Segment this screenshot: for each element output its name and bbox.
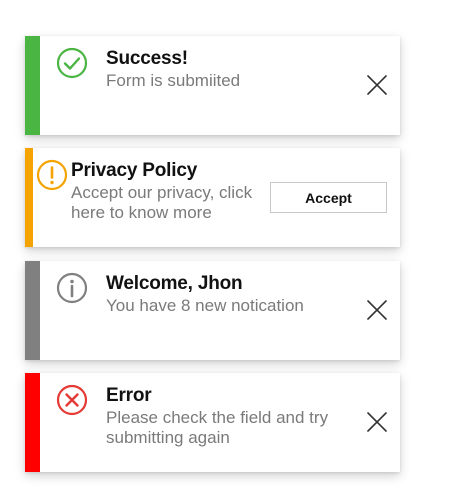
toast-success: Success! Form is submiited	[25, 36, 400, 135]
toast-accent-bar	[25, 36, 40, 135]
toast-accent-bar	[25, 148, 33, 247]
toast-privacy-policy: Privacy Policy Accept our privacy, click…	[25, 148, 400, 247]
toast-message: Form is submiited	[106, 71, 241, 90]
toast-message: Accept our privacy, click here to know m…	[71, 183, 253, 222]
close-icon	[367, 75, 387, 95]
toast-error: Error Please check the field and try sub…	[25, 373, 400, 472]
close-button[interactable]	[366, 299, 388, 321]
toast-message: Please check the field and try submittin…	[106, 408, 329, 447]
exclamation-circle-icon	[36, 159, 68, 191]
toast-accent-bar	[25, 261, 40, 360]
close-icon	[367, 300, 387, 320]
toast-welcome: Welcome, Jhon You have 8 new notication	[25, 261, 400, 360]
toast-message: You have 8 new notication	[106, 296, 304, 315]
info-circle-icon	[56, 272, 88, 304]
toast-title: Success!	[106, 48, 188, 69]
close-icon	[367, 412, 387, 432]
toast-title: Error	[106, 385, 152, 406]
toast-title: Welcome, Jhon	[106, 273, 243, 294]
close-button[interactable]	[366, 411, 388, 433]
accept-button[interactable]: Accept	[270, 182, 387, 213]
close-button[interactable]	[366, 74, 388, 96]
toast-title: Privacy Policy	[71, 160, 198, 181]
toast-accent-bar	[25, 373, 40, 472]
check-circle-icon	[56, 47, 88, 79]
x-circle-icon	[56, 384, 88, 416]
